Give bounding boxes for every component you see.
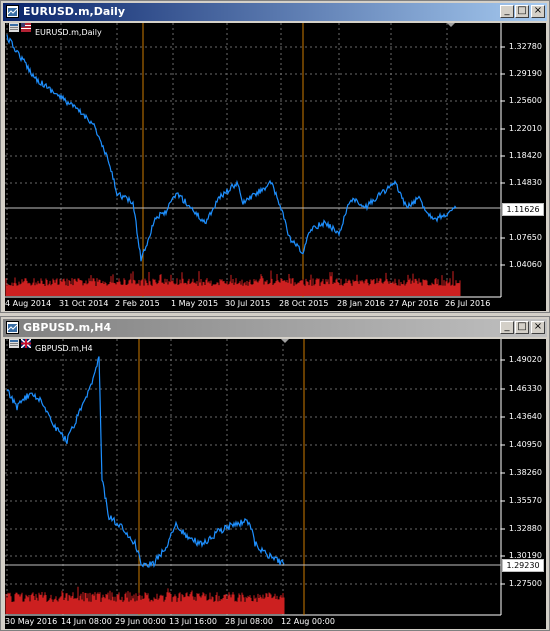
date-axis-label: 30 May 2016 <box>5 617 58 626</box>
price-axis-label: 1.04060 <box>508 260 542 269</box>
eurusd-window[interactable]: EURUSD.m,Daily _ □ × EURUSD.m,Daily 1.32… <box>0 0 550 313</box>
flag-icon <box>21 339 31 348</box>
price-axis-label: 1.43640 <box>508 412 542 421</box>
price-axis-label: 1.32780 <box>508 42 542 51</box>
date-axis-label: 31 Oct 2014 <box>59 299 109 308</box>
price-axis-label: 1.38260 <box>508 468 542 477</box>
flag-icon <box>21 23 31 32</box>
price-line <box>6 34 457 262</box>
date-axis-label: 13 Jul 16:00 <box>169 617 217 626</box>
price-axis-label: 1.49020 <box>508 355 542 364</box>
price-axis-label: 1.40950 <box>508 440 542 449</box>
chart-canvas <box>5 23 505 298</box>
price-axis-label: 1.29190 <box>508 69 542 78</box>
eurusd-titlebar[interactable]: EURUSD.m,Daily _ □ × <box>3 3 547 21</box>
symbol-label: EURUSD.m,Daily <box>35 28 102 37</box>
price-chart[interactable]: GBPUSD.m,H4 1.49020 1.46330 1.43640 1.40950… <box>5 339 546 629</box>
chart-shift-marker[interactable] <box>281 339 289 343</box>
gbpusd-titlebar[interactable]: GBPUSD.m,H4 _ □ × <box>3 319 547 337</box>
symbol-label: GBPUSD.m,H4 <box>35 344 93 353</box>
date-axis-label: 1 May 2015 <box>171 299 219 308</box>
date-axis-label: 12 Aug 00:00 <box>281 617 335 626</box>
current-price-label: 1.29230 <box>502 559 544 572</box>
date-axis-label: 27 Apr 2016 <box>389 299 439 308</box>
price-axis-label: 1.22010 <box>508 124 542 133</box>
chart-properties-icon[interactable] <box>9 339 19 348</box>
date-axis-label: 14 Jun 08:00 <box>61 617 112 626</box>
window-title: GBPUSD.m,H4 <box>23 321 112 334</box>
window-title: EURUSD.m,Daily <box>23 5 125 18</box>
gbpusd-window[interactable]: GBPUSD.m,H4 _ □ × GBPUSD.m,H4 1.49020 1.4… <box>0 316 550 631</box>
chart-canvas <box>5 339 505 616</box>
chart-shift-marker[interactable] <box>447 23 455 27</box>
close-button[interactable]: × <box>531 5 545 18</box>
price-axis-label: 1.07650 <box>508 233 542 242</box>
maximize-button[interactable]: □ <box>515 321 529 334</box>
minimize-button[interactable]: _ <box>500 5 514 18</box>
date-axis-label: 28 Jan 2016 <box>337 299 385 308</box>
chart-window-icon <box>6 5 19 18</box>
price-axis-label: 1.46330 <box>508 384 542 393</box>
price-axis-label: 1.27500 <box>508 579 542 588</box>
price-axis-label: 1.18420 <box>508 151 542 160</box>
price-axis-label: 1.32880 <box>508 524 542 533</box>
price-chart[interactable]: EURUSD.m,Daily 1.32780 1.29190 1.25600 1.22… <box>5 23 546 311</box>
date-axis-label: 28 Oct 2015 <box>279 299 329 308</box>
date-axis-label: 30 Jul 2015 <box>225 299 271 308</box>
chart-properties-icon[interactable] <box>9 23 19 32</box>
chart-window-icon <box>6 321 19 334</box>
date-axis-label: 4 Aug 2014 <box>5 299 52 308</box>
date-axis-label: 26 Jul 2016 <box>445 299 491 308</box>
price-axis-label: 1.14830 <box>508 178 542 187</box>
price-axis-label: 1.25600 <box>508 96 542 105</box>
price-line <box>6 356 285 568</box>
current-price-label: 1.11626 <box>502 203 544 216</box>
date-axis-label: 2 Feb 2015 <box>115 299 160 308</box>
maximize-button[interactable]: □ <box>515 5 529 18</box>
date-axis-label: 28 Jul 08:00 <box>225 617 273 626</box>
date-axis-label: 29 Jun 00:00 <box>115 617 166 626</box>
close-button[interactable]: × <box>531 321 545 334</box>
price-axis-label: 1.35570 <box>508 496 542 505</box>
minimize-button[interactable]: _ <box>500 321 514 334</box>
